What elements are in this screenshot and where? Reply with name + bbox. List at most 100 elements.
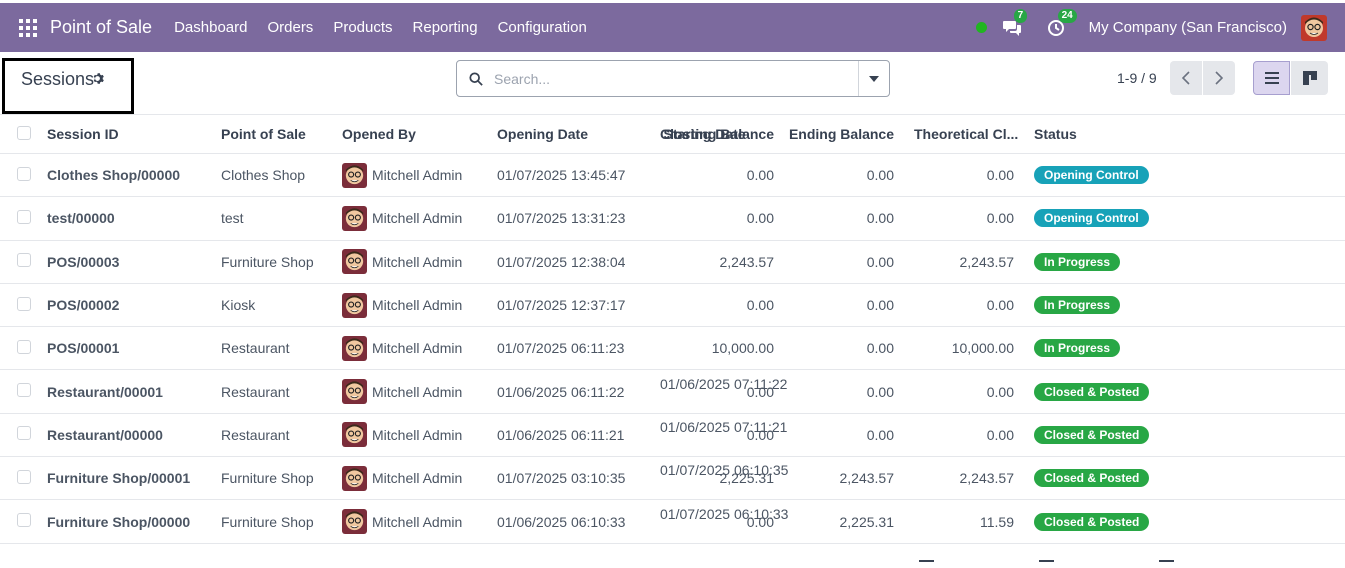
menu-configuration[interactable]: Configuration <box>488 19 597 36</box>
messages-icon[interactable]: 7 <box>1001 8 1028 39</box>
status-cell: Closed & Posted <box>1024 413 1345 458</box>
activities-count-badge: 24 <box>1057 8 1077 23</box>
table-row[interactable]: POS/00003 Furniture Shop Mitchell Admin 01/… <box>0 240 1345 284</box>
row-checkbox[interactable] <box>17 383 31 398</box>
row-checkbox[interactable] <box>17 253 31 268</box>
ending-balance: 0.00 <box>784 369 904 414</box>
row-select-cell <box>0 413 47 458</box>
theoretical-closing: 0.00 <box>904 153 1024 198</box>
session-id: test/00000 <box>47 196 221 241</box>
app-name[interactable]: Point of Sale <box>50 17 152 38</box>
starting-balance: 0.00 <box>659 153 784 198</box>
menu-dashboard[interactable]: Dashboard <box>164 19 257 36</box>
pager-value[interactable]: 1-9 / 9 <box>1117 70 1157 86</box>
col-point-of-sale[interactable]: Point of Sale <box>221 114 342 154</box>
starting-balance-value: 0.00 <box>746 210 774 227</box>
menu-products[interactable]: Products <box>323 19 402 36</box>
ending-balance: 0.00 <box>784 153 904 198</box>
top-navbar: Point of Sale Dashboard Orders Products … <box>0 3 1345 52</box>
user-cell: Mitchell Admin <box>342 292 497 318</box>
avatar <box>342 379 367 405</box>
caret-down-icon <box>869 75 879 82</box>
starting-balance-value: 0.00 <box>746 167 774 184</box>
row-checkbox[interactable] <box>17 513 31 528</box>
closing-date: 01/07/2025 06:10:33 <box>660 505 789 522</box>
row-checkbox[interactable] <box>17 469 31 484</box>
col-status[interactable]: Status <box>1024 114 1345 154</box>
theoretical-closing: 11.59 <box>904 499 1024 544</box>
table-row[interactable]: Restaurant/00000 Restaurant Mitchell Admin… <box>0 413 1345 458</box>
status-cell: In Progress <box>1024 326 1345 371</box>
col-session-id[interactable]: Session ID <box>47 114 221 154</box>
closing-date: 01/06/2025 07:11:21 <box>660 418 788 435</box>
opening-date: 01/06/2025 06:11:21 <box>497 413 659 458</box>
menu-reporting[interactable]: Reporting <box>403 19 488 36</box>
table-row[interactable]: Furniture Shop/00001 Furniture Shop Mitche… <box>0 456 1345 501</box>
theoretical-closing: 0.00 <box>904 369 1024 414</box>
status-badge: In Progress <box>1034 296 1121 315</box>
user-cell: Mitchell Admin <box>342 335 497 361</box>
starting-balance: 0.00 <box>659 196 784 241</box>
search-input[interactable] <box>494 70 854 87</box>
opening-date: 01/07/2025 03:10:35 <box>497 456 659 501</box>
session-id: Clothes Shop/00000 <box>47 153 221 198</box>
gear-icon[interactable] <box>91 72 104 85</box>
starting-balance: 01/06/2025 07:11:22 0.00 <box>659 369 788 414</box>
table-row[interactable]: POS/00001 Restaurant Mitchell Admin 01/07/2… <box>0 326 1345 371</box>
table-row[interactable]: test/00000 test Mitchell Admin 01/07/2025 1… <box>0 196 1345 241</box>
point-of-sale: Kiosk <box>221 283 342 328</box>
row-checkbox[interactable] <box>17 296 31 311</box>
status-cell: Opening Control <box>1024 153 1345 198</box>
col-theoretical-closing[interactable]: Theoretical Cl... <box>904 114 1024 154</box>
pager-next-button[interactable] <box>1203 61 1235 95</box>
row-checkbox[interactable] <box>17 209 31 224</box>
user-name: Mitchell Admin <box>372 340 463 357</box>
row-select-cell <box>0 240 47 284</box>
user-cell: Mitchell Admin <box>342 465 497 491</box>
status-badge: Closed & Posted <box>1034 512 1150 531</box>
point-of-sale: Furniture Shop <box>221 499 342 544</box>
menu-orders[interactable]: Orders <box>257 19 323 36</box>
status-cell: In Progress <box>1024 240 1345 284</box>
opened-by: Mitchell Admin <box>342 369 497 414</box>
session-id: Furniture Shop/00001 <box>47 456 221 501</box>
navbar-systray: 7 24 My Company (San Francisco) <box>975 3 1345 52</box>
col-closing-date[interactable]: Closing Date <box>660 126 746 142</box>
ending-balance: 2,225.31 <box>784 499 904 544</box>
select-all-checkbox[interactable] <box>17 125 31 140</box>
row-select-cell <box>0 283 47 328</box>
closing-date: 01/06/2025 07:11:22 <box>660 375 788 392</box>
ending-balance: 0.00 <box>784 283 904 328</box>
user-cell: Mitchell Admin <box>342 379 497 405</box>
list-view-button[interactable] <box>1253 61 1290 95</box>
table-row[interactable]: Furniture Shop/00000 Furniture Shop Mitche… <box>0 499 1345 544</box>
user-cell: Mitchell Admin <box>342 509 497 535</box>
row-checkbox[interactable] <box>17 339 31 354</box>
total-starting-balance-placeholder <box>919 560 934 562</box>
pager-previous-button[interactable] <box>1170 61 1202 95</box>
user-cell: Mitchell Admin <box>342 205 497 231</box>
chevron-right-icon <box>1215 71 1223 85</box>
company-switcher[interactable]: My Company (San Francisco) <box>1089 19 1287 36</box>
row-select-cell <box>0 369 47 414</box>
kanban-view-button[interactable] <box>1291 61 1328 95</box>
avatar <box>342 335 367 361</box>
user-avatar[interactable] <box>1301 14 1327 41</box>
app-menu-grid-icon[interactable] <box>19 18 37 37</box>
user-name: Mitchell Admin <box>372 167 463 184</box>
table-row[interactable]: Restaurant/00001 Restaurant Mitchell Admin… <box>0 369 1345 414</box>
search-options-toggle[interactable] <box>858 61 889 96</box>
table-row[interactable]: Clothes Shop/00000 Clothes Shop Mitchell A… <box>0 153 1345 198</box>
control-panel: Sessions 1-9 / 9 <box>0 52 1345 114</box>
theoretical-closing: 0.00 <box>904 413 1024 458</box>
activities-clock-icon[interactable]: 24 <box>1045 8 1077 39</box>
col-opened-by[interactable]: Opened By <box>342 114 497 154</box>
status-cell: Opening Control <box>1024 196 1345 241</box>
table-row[interactable]: POS/00002 Kiosk Mitchell Admin 01/07/2025 1… <box>0 283 1345 328</box>
row-checkbox[interactable] <box>17 426 31 441</box>
row-checkbox[interactable] <box>17 166 31 181</box>
col-opening-date[interactable]: Opening Date <box>497 114 659 154</box>
col-ending-balance[interactable]: Ending Balance <box>784 114 904 154</box>
opened-by: Mitchell Admin <box>342 153 497 198</box>
session-id: POS/00003 <box>47 240 221 284</box>
